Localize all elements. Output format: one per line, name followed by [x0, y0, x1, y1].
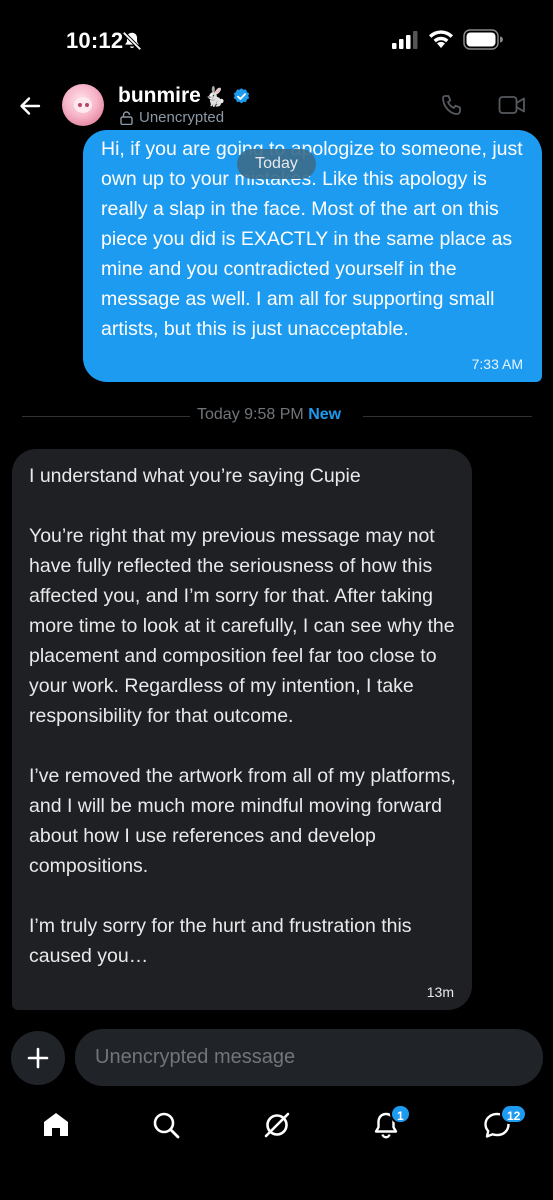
avatar[interactable] — [62, 84, 104, 126]
plus-icon — [27, 1047, 49, 1069]
grok-icon[interactable] — [262, 1110, 292, 1140]
date-pill: Today — [237, 149, 316, 179]
bell-off-icon — [122, 31, 142, 51]
outgoing-message-time: 7:33 AM — [471, 356, 523, 372]
incoming-paragraph: You’re right that my previous message ma… — [29, 525, 455, 727]
contact-name[interactable]: bunmire — [118, 84, 201, 108]
incoming-paragraph: I understand what you’re saying Cupie — [29, 465, 361, 487]
divider-line-left — [22, 416, 190, 417]
incoming-paragraph: I’ve removed the artwork from all of my … — [29, 765, 456, 877]
messages-badge: 12 — [500, 1104, 528, 1124]
home-icon[interactable] — [41, 1110, 71, 1140]
divider-timestamp: Today 9:58 PM — [197, 406, 304, 423]
message-input[interactable] — [75, 1029, 543, 1086]
status-time: 10:12 — [66, 28, 124, 53]
rabbit-emoji: 🐇 — [203, 87, 227, 108]
lock-icon — [120, 111, 133, 125]
incoming-paragraph: I’m truly sorry for the hurt and frustra… — [29, 915, 412, 967]
incoming-message-time: 13m — [426, 984, 454, 1000]
verified-badge-icon — [233, 88, 250, 104]
cellular-signal-icon — [392, 31, 418, 49]
wifi-icon — [429, 30, 453, 48]
divider-line-right — [363, 416, 532, 417]
encryption-status: Unencrypted — [139, 109, 225, 126]
new-label: New — [308, 406, 342, 423]
incoming-message-bubble[interactable]: I understand what you’re saying Cupie Yo… — [12, 449, 472, 1010]
back-arrow-icon[interactable] — [18, 94, 42, 118]
video-call-icon[interactable] — [498, 95, 526, 115]
new-messages-divider: Today 9:58 PM New — [197, 406, 341, 424]
notifications-badge: 1 — [390, 1104, 411, 1124]
search-icon[interactable] — [151, 1110, 181, 1140]
battery-icon — [463, 29, 503, 50]
phone-call-icon[interactable] — [440, 93, 464, 117]
add-attachment-button[interactable] — [11, 1031, 65, 1085]
